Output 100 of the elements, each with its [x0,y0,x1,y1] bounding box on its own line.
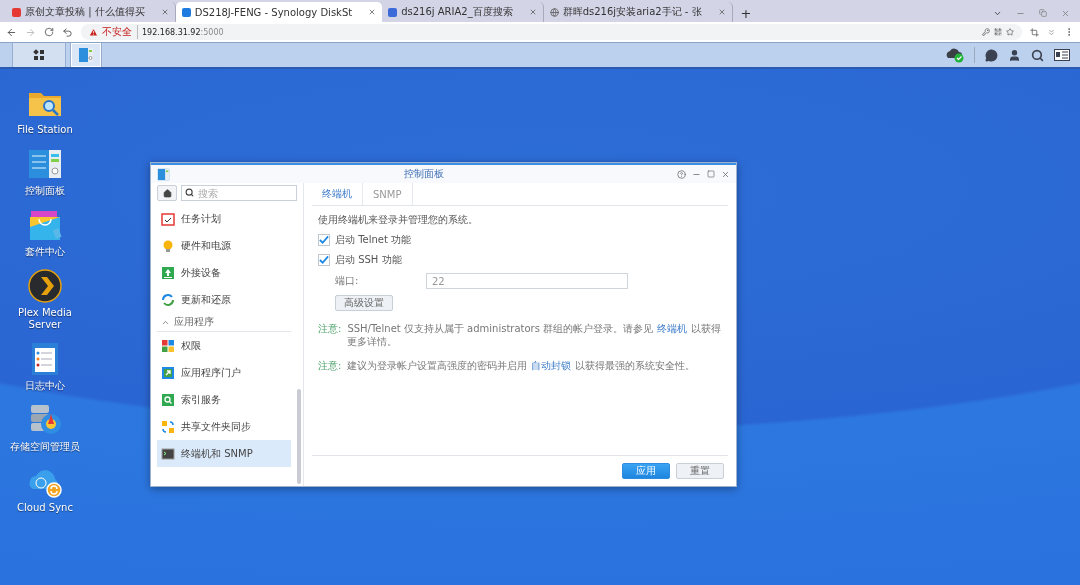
close-icon[interactable] [717,8,726,16]
site-favicon-icon [388,7,398,17]
home-button[interactable] [157,185,177,201]
site-favicon-icon [181,7,191,17]
qr-code-icon[interactable] [994,28,1002,36]
control-panel-icon [78,47,94,63]
privilege-grid-icon [161,338,175,353]
shortcut-label: 存储空间管理员 [9,441,81,453]
chevrons-icon[interactable] [1047,27,1056,37]
star-icon[interactable] [1006,28,1014,36]
index-search-icon [161,392,175,407]
checkbox[interactable] [318,234,330,246]
security-label: 不安全 [102,25,138,39]
sidebar-item[interactable]: 共享文件夹同步 [157,413,291,440]
sidebar-item-label: 权限 [181,338,201,353]
terminal-icon [161,446,175,461]
desktop-shortcut[interactable]: Plex Media Server [5,268,85,331]
tab[interactable]: 终端机 [312,183,363,205]
user-icon[interactable] [1008,48,1021,62]
checkbox-label: 启动 SSH 功能 [335,253,402,267]
advanced-settings-button[interactable]: 高级设置 [335,295,393,311]
key-icon[interactable] [982,28,990,36]
site-favicon-icon [12,7,21,17]
new-tab-button[interactable]: + [740,6,752,22]
shortcut-label: 控制面板 [24,185,66,197]
sidebar-item[interactable]: 索引服务 [157,386,291,413]
reset-button[interactable]: 重置 [676,463,724,479]
browser-tab[interactable]: DS218J-FENG - Synology DiskSt [175,2,383,22]
url-port: :5000 [200,27,224,37]
maximize-icon[interactable] [707,169,715,178]
undo-icon[interactable] [62,26,73,38]
taskbar-app-button[interactable] [70,43,102,67]
cloud-check-icon[interactable] [946,47,964,63]
search-icon[interactable] [1031,48,1044,62]
sidebar-item[interactable]: 终端机和 SNMP [157,440,291,467]
note-label: 注意: [318,322,342,336]
url-host: 192.168.31.92 [142,27,201,37]
checkbox-label: 启动 Telnet 功能 [335,233,412,247]
desktop-shortcut[interactable]: File Station [5,85,85,136]
folder-sync-icon [161,419,175,434]
close-icon[interactable] [1061,8,1070,18]
description-text: 使用终端机来登录并管理您的系统。 [318,213,479,227]
crop-icon[interactable] [1030,27,1039,37]
close-icon[interactable] [528,8,537,16]
sidebar-item[interactable]: 外接设备 [157,259,291,286]
note-text: 建议为登录帐户设置高强度的密码并启用 自动封锁 以获得最强的系统安全性。 [347,359,696,373]
refresh-icon [161,292,175,307]
sidebar-item[interactable]: 应用程序门户 [157,359,291,386]
external-device-icon [161,265,175,280]
desktop-shortcut[interactable]: 存储空间管理员 [5,402,85,453]
sidebar-item-label: 索引服务 [181,392,221,407]
sidebar-item[interactable]: 更新和还原 [157,286,291,313]
sidebar-item-label: 共享文件夹同步 [181,419,251,434]
shortcut-label: File Station [16,124,74,136]
shortcut-label: Plex Media Server [17,307,73,331]
sidebar-item[interactable]: 权限 [157,332,291,359]
note-text: SSH/Telnet 仅支持从属于 administrators 群组的帐户登录。请参见 终端机 以获得更多详情。 [347,322,722,348]
lightbulb-icon [161,238,175,253]
sidebar-item-label: 任务计划 [181,211,221,226]
shortcut-label: Cloud Sync [16,502,74,514]
chevron-logo-icon [27,268,63,304]
grid-icon [33,49,45,61]
desktop-shortcut[interactable]: 控制面板 [5,146,85,197]
sidebar-section-header[interactable]: 应用程序 [157,313,291,332]
sidebar-item-label: 硬件和电源 [181,238,231,253]
port-label: 端口: [335,274,360,288]
address-bar[interactable]: 不安全 192.168.31.92:5000 [81,24,1022,40]
help-link[interactable]: 终端机 [657,323,688,334]
warning-icon [89,27,98,37]
sidebar-item-label: 应用程序门户 [181,365,241,380]
search-icon [185,188,194,197]
chat-icon[interactable] [985,48,998,62]
checkbox[interactable] [318,254,330,266]
close-icon[interactable] [721,169,730,179]
control-panel-icon [157,167,170,181]
close-icon[interactable] [160,8,169,16]
reload-icon[interactable] [44,27,54,37]
help-icon[interactable] [677,169,686,179]
portal-arrow-icon [161,365,175,380]
desktop-shortcut[interactable]: 套件中心 [5,207,85,258]
desktop-shortcut[interactable]: Cloud Sync [5,463,85,514]
back-icon[interactable] [6,26,17,38]
window-title: 控制面板 [402,167,445,181]
note-label: 注意: [318,359,342,373]
widget-card-icon[interactable] [1054,49,1070,61]
desktop-shortcut[interactable]: 日志中心 [5,341,85,392]
sidebar-item-label: 更新和还原 [181,292,231,307]
sidebar-item-label: 外接设备 [181,265,221,280]
section-label: 应用程序 [174,315,214,329]
sidebar-item[interactable]: 任务计划 [157,205,291,232]
close-icon[interactable] [368,8,377,16]
globe-icon [549,7,559,17]
help-link[interactable]: 自动封锁 [531,360,572,371]
main-menu-button[interactable] [12,43,66,67]
search-field[interactable]: 搜索 [181,185,297,201]
shortcut-label: 套件中心 [24,246,66,258]
sidebar-item[interactable]: 硬件和电源 [157,232,291,259]
sidebar-item-label: 终端机和 SNMP [181,446,253,461]
calendar-check-icon [161,211,175,226]
home-icon [162,188,172,198]
